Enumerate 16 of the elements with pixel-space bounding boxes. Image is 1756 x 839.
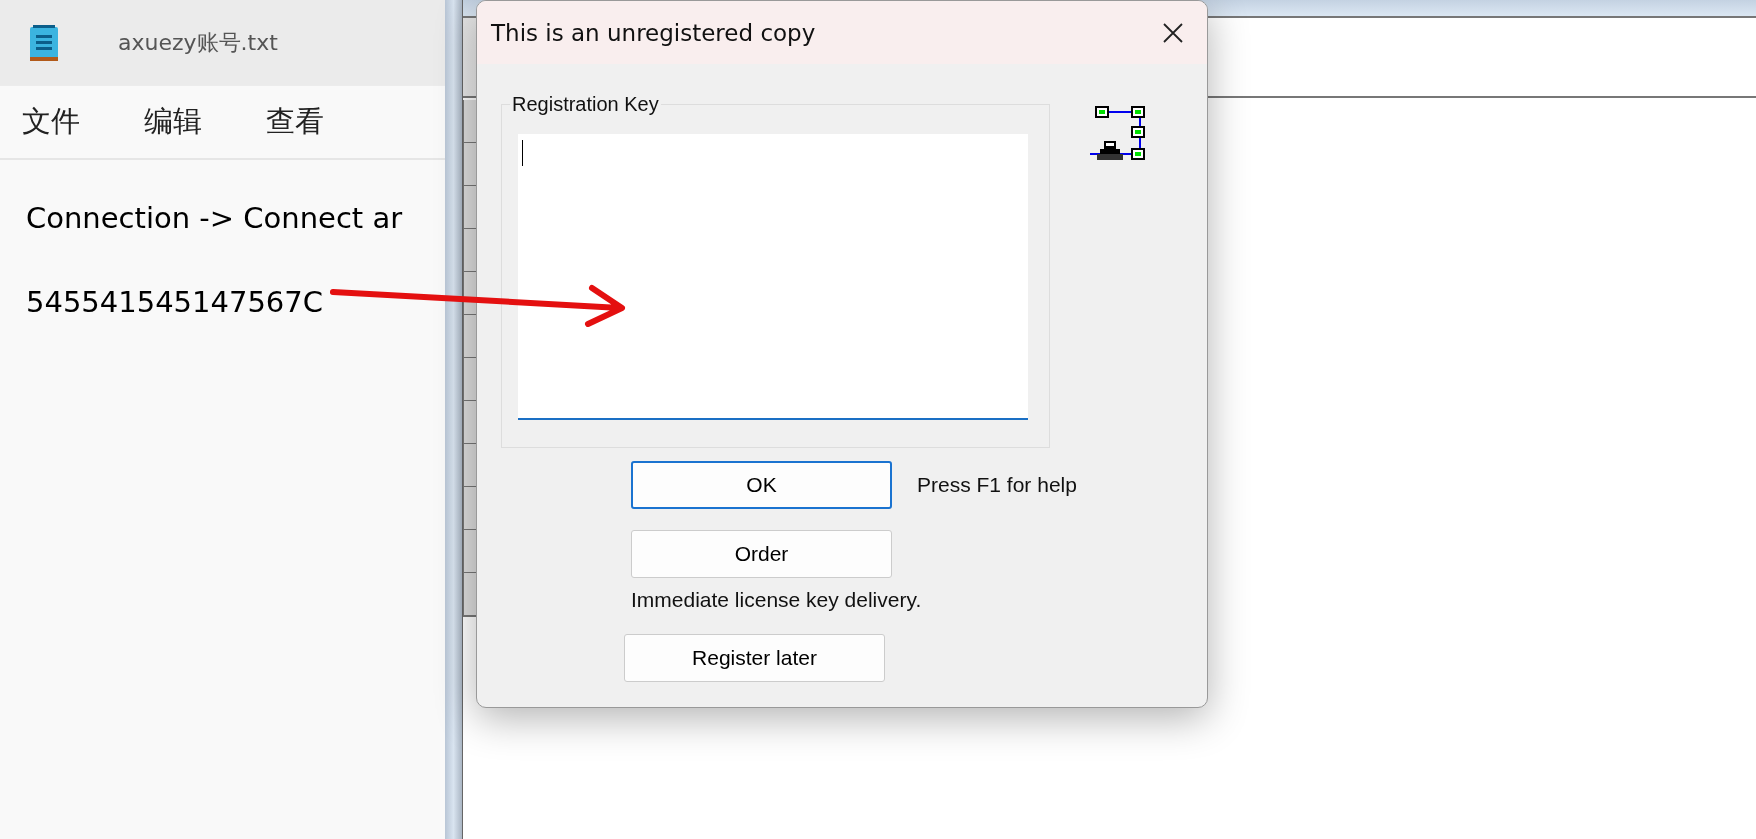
- text-line: 545541545147567C: [26, 284, 324, 321]
- register-later-button[interactable]: Register later: [624, 634, 885, 682]
- dialog-title: This is an unregistered copy: [491, 19, 816, 46]
- window-title: axuezy账号.txt: [118, 28, 278, 57]
- notepad-icon: [30, 24, 58, 61]
- menu-item[interactable]: 查看: [266, 102, 324, 142]
- close-icon: [1163, 22, 1183, 43]
- group-label: Registration Key: [510, 93, 661, 116]
- menu-item[interactable]: 文件: [22, 102, 80, 142]
- order-note: Immediate license key delivery.: [631, 588, 923, 612]
- menu-item[interactable]: 编辑: [144, 102, 202, 142]
- ok-button[interactable]: OK: [631, 461, 892, 509]
- text-line: Connection -> Connect ar: [26, 200, 404, 237]
- key-field[interactable]: [518, 134, 1028, 420]
- help-text: Press F1 for help: [917, 473, 1077, 497]
- order-button[interactable]: Order: [631, 530, 892, 578]
